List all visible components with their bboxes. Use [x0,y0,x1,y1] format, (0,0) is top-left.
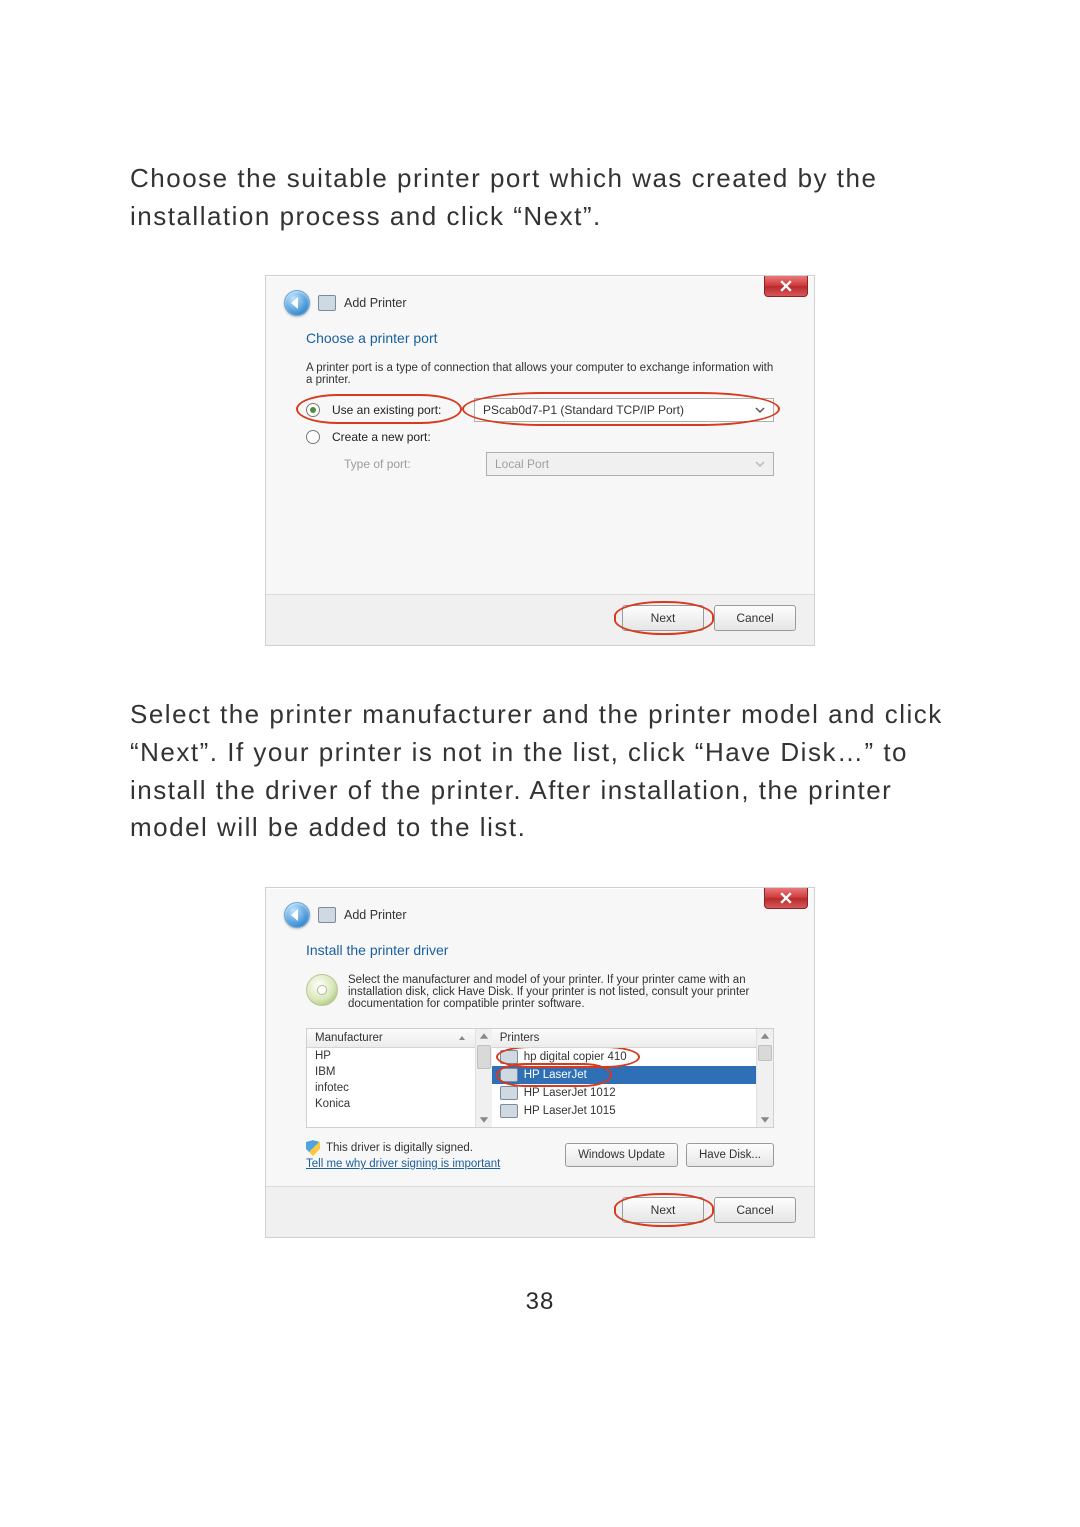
dialog-title: Add Printer [344,296,407,310]
section-heading: Choose a printer port [306,330,774,346]
dialog-footer: Next Cancel [266,594,814,645]
manufacturer-header[interactable]: Manufacturer [307,1029,475,1048]
signed-driver-text: This driver is digitally signed. [326,1142,473,1154]
dialog-title: Add Printer [344,908,407,922]
printer-icon [500,1104,518,1118]
create-new-port-label: Create a new port: [332,430,462,444]
helper-text: A printer port is a type of connection t… [306,362,774,386]
add-printer-dialog-driver: Add Printer Install the printer driver S… [265,887,815,1238]
close-button[interactable] [764,276,808,297]
existing-port-value: PScab0d7-P1 (Standard TCP/IP Port) [483,403,684,417]
type-of-port-combo: Local Port [486,452,774,476]
helper-text: Select the manufacturer and model of you… [348,974,774,1010]
next-button[interactable]: Next [622,1197,704,1223]
dialog-header: Add Printer [266,888,814,938]
printer-icon [500,1068,518,1082]
back-button[interactable] [284,902,310,928]
section-heading: Install the printer driver [306,942,774,958]
instruction-paragraph-2: Select the printer manufacturer and the … [130,696,950,847]
type-of-port-value: Local Port [495,457,549,471]
manufacturer-list[interactable]: HP IBM infotec Konica [307,1048,475,1127]
scroll-thumb[interactable] [758,1045,772,1061]
manufacturer-scrollbar[interactable] [475,1029,492,1127]
printer-icon [318,907,336,923]
list-item[interactable]: infotec [307,1080,475,1096]
add-printer-dialog-port: Add Printer Choose a printer port A prin… [265,275,815,646]
dialog-footer: Next Cancel [266,1186,814,1237]
instruction-paragraph-1: Choose the suitable printer port which w… [130,160,950,235]
type-of-port-label: Type of port: [330,457,474,471]
cancel-button[interactable]: Cancel [714,605,796,631]
printers-header[interactable]: Printers [492,1029,756,1048]
dialog-header: Add Printer [266,276,814,326]
disc-icon [306,974,338,1006]
list-item[interactable]: HP [307,1048,475,1064]
list-item[interactable]: HP LaserJet 1012 [492,1084,756,1102]
cancel-button[interactable]: Cancel [714,1197,796,1223]
printers-header-label: Printers [500,1032,540,1044]
chevron-down-icon [751,455,769,473]
list-item-selected[interactable]: HP LaserJet [492,1066,756,1084]
printer-icon [500,1086,518,1100]
page-number: 38 [130,1288,950,1316]
existing-port-combo[interactable]: PScab0d7-P1 (Standard TCP/IP Port) [474,398,774,422]
manufacturer-printer-lists: Manufacturer HP IBM infotec Konica [306,1028,774,1128]
create-new-port-radio[interactable] [306,430,320,444]
use-existing-port-label: Use an existing port: [332,403,462,417]
list-item[interactable]: HP LaserJet 1015 [492,1102,756,1120]
printer-icon [318,295,336,311]
close-button[interactable] [764,888,808,909]
printers-scrollbar[interactable] [756,1029,773,1127]
next-button[interactable]: Next [622,605,704,631]
have-disk-button[interactable]: Have Disk... [686,1143,774,1167]
chevron-down-icon [751,401,769,419]
windows-update-button[interactable]: Windows Update [565,1143,678,1167]
close-icon [780,280,792,292]
scroll-thumb[interactable] [477,1045,491,1069]
printer-icon [500,1050,518,1064]
use-existing-port-radio[interactable] [306,403,320,417]
list-item[interactable]: Konica [307,1096,475,1112]
printers-list[interactable]: hp digital copier 410 HP LaserJet HP Las… [492,1048,756,1127]
scroll-down-icon[interactable] [477,1113,491,1127]
why-signing-link[interactable]: Tell me why driver signing is important [306,1158,500,1170]
back-button[interactable] [284,290,310,316]
scroll-up-icon[interactable] [758,1029,772,1043]
list-item[interactable]: IBM [307,1064,475,1080]
shield-icon [306,1140,320,1156]
close-icon [780,892,792,904]
manufacturer-header-label: Manufacturer [315,1032,383,1044]
sort-up-icon [457,1033,467,1043]
scroll-down-icon[interactable] [758,1113,772,1127]
list-item[interactable]: hp digital copier 410 [492,1048,756,1066]
scroll-up-icon[interactable] [477,1029,491,1043]
